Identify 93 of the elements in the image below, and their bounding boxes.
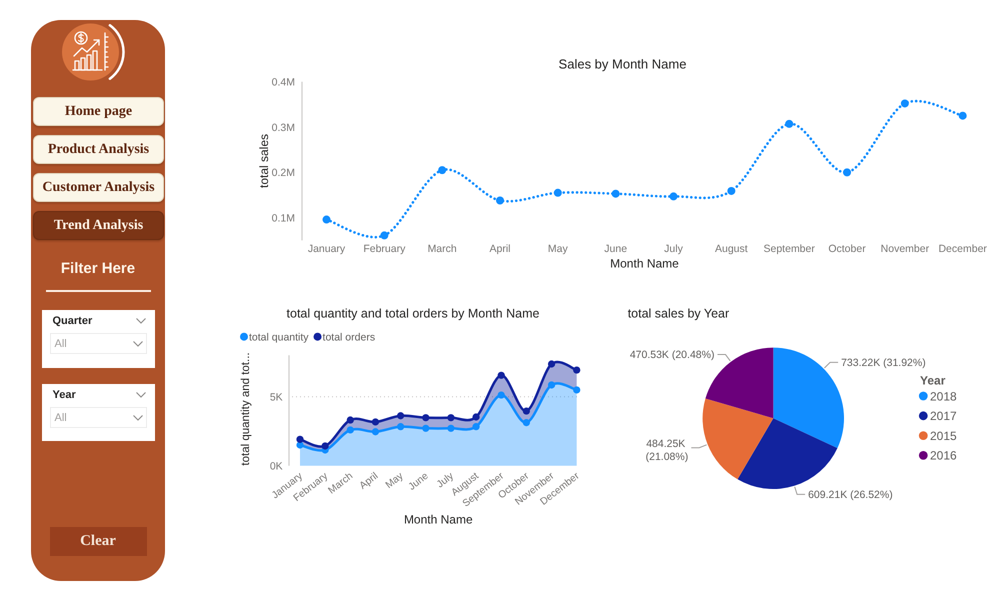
- legend-marker-icon: [314, 332, 322, 341]
- axis-tick-label: August: [715, 243, 748, 255]
- data-point: [422, 424, 430, 432]
- leader-line: [794, 486, 806, 495]
- axis-title: Month Name: [610, 256, 679, 270]
- axis-tick-label: September: [764, 243, 815, 255]
- data-point: [472, 423, 480, 430]
- axis-tick-label: April: [490, 243, 511, 255]
- data-point: [670, 192, 678, 200]
- data-point: [727, 186, 736, 195]
- legend-marker-icon: [240, 332, 248, 341]
- data-point: [422, 414, 430, 422]
- axis-tick-label: March: [428, 243, 457, 255]
- axis-tick-label: 5K: [270, 392, 283, 404]
- axis-tick-label: 0.2M: [272, 167, 295, 180]
- data-point: [548, 381, 556, 389]
- legend-marker-icon: [918, 431, 928, 440]
- legend-label: 2017: [930, 409, 957, 424]
- axis-tick-label: February: [363, 243, 406, 255]
- data-point: [522, 407, 530, 415]
- chevron-down-icon[interactable]: [136, 392, 146, 398]
- data-point: [573, 386, 580, 394]
- axis-tick-label: May: [548, 243, 568, 255]
- filter-heading: Filter Here: [60, 259, 136, 279]
- data-point: [554, 188, 562, 197]
- chart-title: total quantity and total orders by Month Name: [286, 306, 540, 320]
- data-point: [346, 416, 354, 424]
- chart-title: Sales by Month Name: [558, 56, 686, 72]
- growth-chart-icon: [61, 23, 125, 81]
- legend-label: 2018: [930, 389, 957, 404]
- data-point: [843, 168, 852, 176]
- legend-title: Year: [920, 373, 946, 388]
- axis-tick-label: 0.3M: [272, 122, 295, 134]
- axis-tick-label: November: [880, 243, 930, 255]
- data-point: [372, 428, 380, 436]
- data-point: [573, 366, 580, 374]
- data-point: [496, 196, 504, 204]
- data-label: 484.25K (21.08%): [646, 438, 688, 463]
- data-point: [397, 423, 404, 430]
- data-label: 733.22K (31.92%): [841, 357, 926, 369]
- chevron-down-icon[interactable]: [136, 318, 146, 324]
- axis-title: total quantity and tot...: [240, 352, 252, 466]
- axis-tick-label: October: [828, 243, 866, 255]
- data-point: [612, 190, 620, 198]
- data-point: [346, 426, 354, 434]
- data-label: 470.53K (20.48%): [630, 349, 714, 362]
- data-label: 609.21K (26.52%): [808, 488, 893, 501]
- axis-tick-label: December: [938, 243, 987, 255]
- axis-tick-label: 0K: [270, 460, 283, 472]
- data-point: [372, 418, 380, 426]
- legend-label: 2016: [930, 448, 957, 463]
- legend-label: total orders: [322, 332, 376, 344]
- legend-label: 2015: [930, 428, 957, 443]
- axis-title: total sales: [257, 134, 271, 188]
- data-point: [958, 112, 967, 120]
- axis-tick-label: July: [664, 243, 683, 255]
- leader-line: [716, 354, 731, 362]
- legend-marker-icon: [918, 392, 928, 400]
- chevron-down-icon[interactable]: [132, 340, 142, 346]
- legend-label: total quantity: [249, 332, 309, 344]
- chart-title: total sales by Year: [628, 306, 730, 320]
- axis-tick-label: May: [384, 470, 406, 491]
- data-point: [498, 391, 505, 399]
- data-point: [900, 99, 909, 108]
- leader-line: [690, 444, 708, 448]
- axis-tick-label: June: [604, 243, 628, 255]
- axis-tick-label: 0.4M: [272, 76, 295, 88]
- slicer-label: Year: [52, 389, 76, 401]
- data-point: [438, 166, 446, 174]
- leader-line: [824, 362, 839, 368]
- nav-button[interactable]: Home page: [33, 97, 164, 126]
- data-point: [447, 414, 455, 422]
- clear-button[interactable]: Clear: [50, 527, 146, 556]
- data-point: [397, 412, 404, 420]
- axis-tick-label: 0.1M: [272, 212, 295, 225]
- data-point: [548, 360, 556, 368]
- axis-tick-label: January: [308, 243, 346, 255]
- data-point: [498, 372, 505, 379]
- legend-marker-icon: [918, 451, 928, 460]
- axis-tick-label: June: [406, 470, 431, 493]
- data-point: [380, 231, 388, 240]
- slicer-label: Quarter: [52, 315, 92, 327]
- nav-button[interactable]: Trend Analysis: [33, 211, 164, 240]
- legend-marker-icon: [918, 411, 928, 420]
- data-point: [522, 419, 530, 426]
- chevron-down-icon[interactable]: [132, 414, 142, 420]
- axis-title: Month Name: [404, 512, 473, 526]
- data-point: [472, 413, 480, 421]
- data-point: [447, 424, 455, 432]
- data-point: [322, 216, 330, 224]
- nav-button[interactable]: Customer Analysis: [33, 173, 164, 202]
- nav-button[interactable]: Product Analysis: [33, 135, 164, 164]
- data-point: [785, 120, 794, 128]
